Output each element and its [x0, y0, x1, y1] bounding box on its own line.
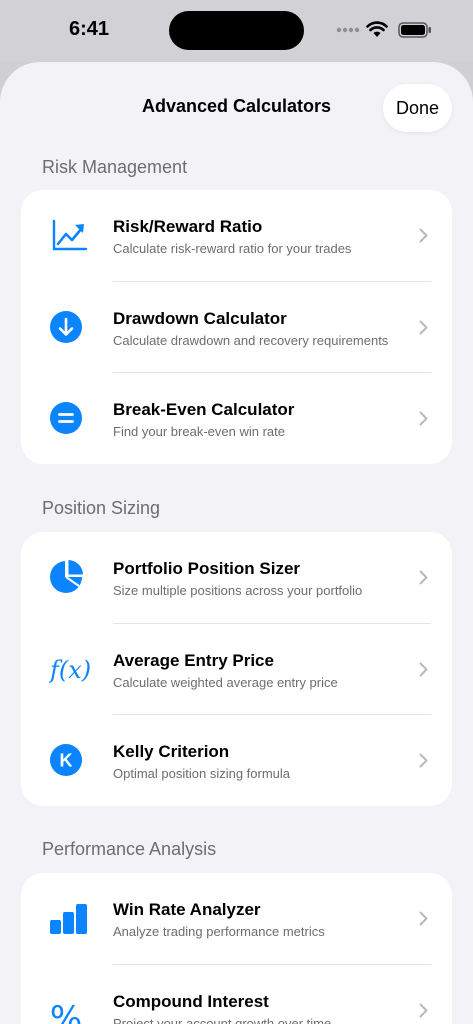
dynamic-island: [169, 11, 304, 50]
percent-icon: %: [49, 992, 89, 1024]
section-header-position-sizing: Position Sizing: [42, 498, 161, 518]
equal-circle-icon: [49, 400, 89, 436]
status-bar: 6:41: [0, 0, 473, 62]
row-title: Break-Even Calculator: [113, 400, 295, 419]
chevron-right-icon: [419, 411, 428, 426]
chevron-right-icon: [419, 1003, 428, 1017]
bar-chart-icon: [49, 900, 89, 936]
performance-analysis-card: Win Rate Analyzer Analyze trading perfor…: [21, 873, 452, 1024]
row-title: Average Entry Price: [113, 650, 274, 670]
done-button[interactable]: Done: [383, 84, 452, 132]
list-item-portfolio-position-sizer[interactable]: Portfolio Position Sizer Size multiple p…: [21, 532, 452, 624]
chevron-right-icon: [419, 662, 428, 676]
chevron-right-icon: [419, 570, 428, 585]
pie-chart-icon: [49, 559, 89, 595]
wifi-icon: [366, 21, 388, 37]
list-item-risk-reward-ratio[interactable]: Risk/Reward Ratio Calculate risk-reward …: [21, 190, 452, 282]
list-item-break-even-calculator[interactable]: Break-Even Calculator Find your break-ev…: [21, 373, 452, 465]
row-title: Compound Interest: [113, 991, 269, 1011]
row-subtitle: Calculate weighted average entry price: [113, 674, 338, 690]
svg-text:%: %: [50, 999, 82, 1024]
arrow-down-circle-icon: [49, 309, 89, 345]
section-header-risk-management: Risk Management: [42, 157, 188, 177]
row-subtitle: Project your account growth over time: [113, 1015, 332, 1024]
k-circle-icon: K: [49, 742, 89, 778]
row-subtitle: Calculate drawdown and recovery requirem…: [113, 332, 389, 348]
calculators-sheet: Advanced Calculators Done Risk Managemen…: [0, 62, 473, 1024]
list-item-compound-interest[interactable]: % Compound Interest Project your account…: [21, 965, 452, 1024]
row-title: Win Rate Analyzer: [113, 900, 261, 919]
row-subtitle: Size multiple positions across your port…: [113, 583, 363, 598]
section-header-performance-analysis: Performance Analysis: [42, 839, 217, 859]
svg-text:f(x): f(x): [49, 656, 91, 684]
row-title: Risk/Reward Ratio: [113, 217, 263, 236]
svg-text:K: K: [60, 751, 73, 771]
chart-line-uptrend-icon: [49, 217, 89, 253]
status-time: 6:41: [69, 18, 110, 40]
row-subtitle: Analyze trading performance metrics: [113, 924, 325, 939]
battery-icon: [398, 22, 431, 38]
row-title: Kelly Criterion: [113, 742, 230, 761]
cellular-signal-icon: [336, 27, 360, 33]
row-subtitle: Calculate risk-reward ratio for your tra…: [113, 241, 352, 256]
row-subtitle: Find your break-even win rate: [113, 424, 285, 439]
position-sizing-card: Portfolio Position Sizer Size multiple p…: [21, 532, 452, 806]
function-icon: f(x): [49, 651, 91, 687]
chevron-right-icon: [419, 753, 428, 768]
risk-management-card: Risk/Reward Ratio Calculate risk-reward …: [21, 190, 452, 464]
list-item-win-rate-analyzer[interactable]: Win Rate Analyzer Analyze trading perfor…: [21, 873, 452, 965]
list-item-kelly-criterion[interactable]: K Kelly Criterion Optimal position sizin…: [21, 715, 452, 807]
row-title: Portfolio Position Sizer: [113, 559, 301, 578]
row-subtitle: Optimal position sizing formula: [113, 766, 291, 781]
chevron-right-icon: [419, 228, 428, 243]
list-item-drawdown-calculator[interactable]: Drawdown Calculator Calculate drawdown a…: [21, 282, 452, 373]
chevron-right-icon: [419, 911, 428, 926]
list-item-average-entry-price[interactable]: f(x) Average Entry Price Calculate weigh…: [21, 624, 452, 715]
row-title: Drawdown Calculator: [113, 308, 287, 328]
chevron-right-icon: [419, 320, 428, 334]
